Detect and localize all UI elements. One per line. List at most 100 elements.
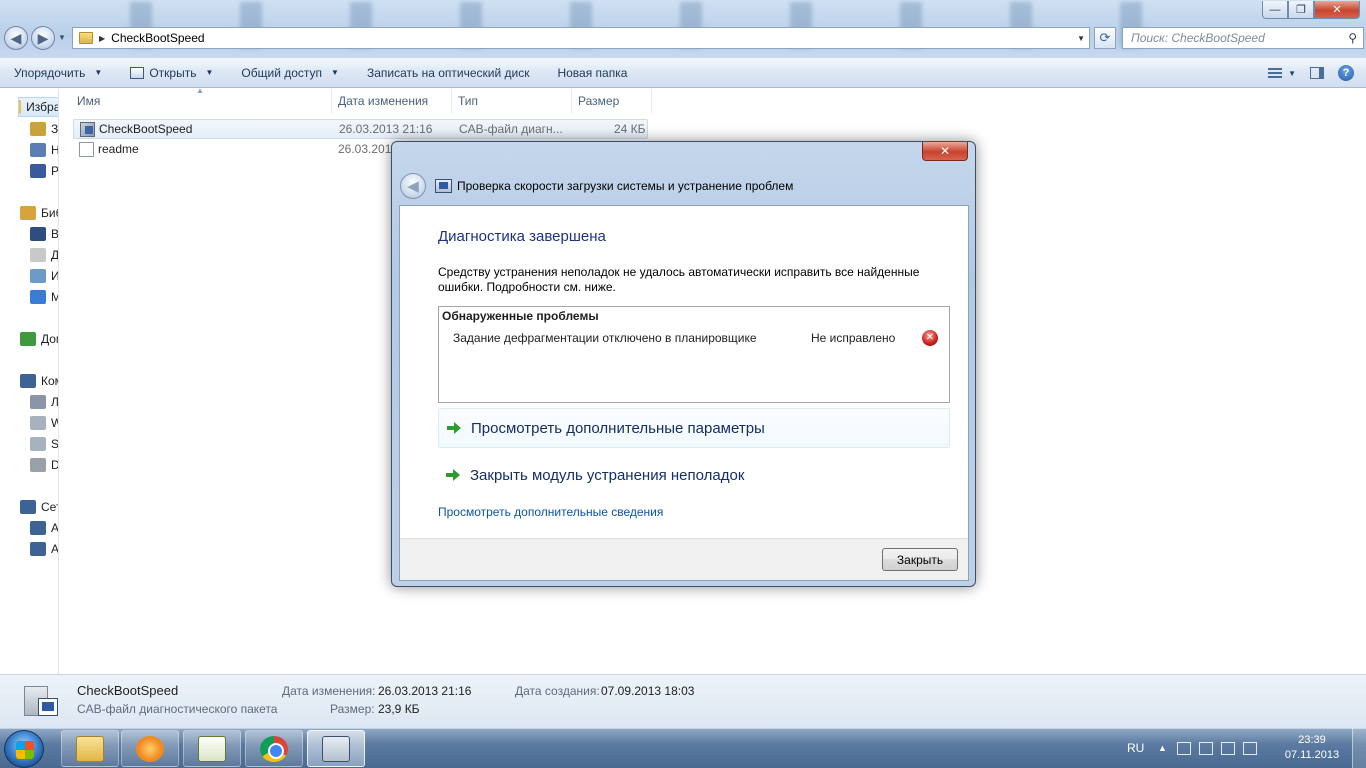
taskbar-explorer-button[interactable] xyxy=(61,730,119,767)
show-hidden-icons-icon[interactable]: ▲ xyxy=(1158,743,1167,753)
nav-item[interactable]: Локальный диск xyxy=(30,392,58,412)
battery-icon[interactable] xyxy=(1198,741,1213,755)
nav-item[interactable]: A xyxy=(30,539,59,559)
nav-item-label: Домашняя группа xyxy=(41,332,58,346)
folder-icon xyxy=(79,32,93,44)
nav-item[interactable]: S xyxy=(30,434,59,454)
view-detailed-info-link[interactable]: Просмотреть дополнительные сведения xyxy=(438,505,663,519)
organize-button[interactable]: Упорядочить ▼ xyxy=(0,66,116,80)
search-icon[interactable]: ⚲ xyxy=(1348,31,1357,45)
nav-item[interactable]: Музыка xyxy=(30,287,58,307)
recent-pages-dropdown[interactable]: ▼ xyxy=(58,33,66,42)
view-additional-options-link[interactable]: Просмотреть дополнительные параметры xyxy=(438,408,950,448)
column-size-label: Размер xyxy=(578,94,620,108)
close-window-button[interactable]: ✕ xyxy=(1314,1,1360,19)
chrome-icon xyxy=(260,735,288,762)
forward-arrow-icon: ▶ xyxy=(37,29,49,46)
recent-places-icon xyxy=(30,143,46,157)
forward-button[interactable]: ▶ xyxy=(31,26,55,50)
maximize-button[interactable]: ❐ xyxy=(1288,1,1314,19)
close-button[interactable]: Закрыть xyxy=(882,548,958,571)
new-folder-button[interactable]: Новая папка xyxy=(543,66,641,80)
nav-item[interactable]: Изображения xyxy=(30,266,59,286)
change-view-button[interactable]: ▼ xyxy=(1268,68,1296,78)
nav-item[interactable]: Домашняя группа xyxy=(20,329,58,349)
nav-item[interactable]: Недавние места xyxy=(30,140,59,160)
share-button[interactable]: Общий доступ ▼ xyxy=(227,66,353,80)
search-input[interactable]: Поиск: CheckBootSpeed ⚲ xyxy=(1122,27,1364,49)
column-type-header[interactable]: Тип xyxy=(452,89,572,113)
start-button[interactable] xyxy=(4,730,44,768)
nav-item-label: S xyxy=(51,437,59,451)
problems-list: Обнаруженные проблемы Задание дефрагмент… xyxy=(438,306,950,403)
column-date-header[interactable]: Дата изменения xyxy=(332,89,452,113)
file-row[interactable]: CheckBootSpeed 26.03.2013 21:16 CAB-файл… xyxy=(73,119,648,139)
taskbar-media-player-button[interactable] xyxy=(121,730,179,767)
nav-item-label: Видео xyxy=(51,227,59,241)
taskbar-troubleshooter-button[interactable] xyxy=(307,730,365,767)
burn-button[interactable]: Записать на оптический диск xyxy=(353,66,544,80)
nav-item[interactable]: A xyxy=(30,518,58,538)
taskbar-notepad-button[interactable] xyxy=(183,730,241,767)
breadcrumb-current[interactable]: CheckBootSpeed xyxy=(111,31,204,45)
problem-status: Не исправлено xyxy=(811,331,896,345)
nav-item[interactable]: Сеть xyxy=(20,497,58,517)
troubleshooter-icon xyxy=(435,179,452,193)
back-button[interactable]: ◀ xyxy=(4,26,28,50)
details-size-value: 23,9 КБ xyxy=(378,702,420,716)
problem-description[interactable]: Задание дефрагментации отключено в плани… xyxy=(453,331,757,345)
nav-item[interactable]: Компьютер xyxy=(20,371,58,391)
taskbar-chrome-button[interactable] xyxy=(245,730,303,767)
nav-item[interactable]: Рабочий стол xyxy=(30,161,58,181)
breadcrumb-chevron-icon[interactable]: ▶ xyxy=(99,34,105,43)
clock[interactable]: 23:39 07.11.2013 xyxy=(1282,733,1342,763)
refresh-button[interactable]: ⟳ xyxy=(1094,27,1116,49)
action-center-flag-icon[interactable] xyxy=(1176,741,1191,755)
nav-item[interactable]: DVD-дисковод xyxy=(30,455,58,475)
show-desktop-button[interactable] xyxy=(1352,728,1366,768)
details-created-value: 07.09.2013 18:03 xyxy=(601,684,695,698)
minimize-button[interactable]: — xyxy=(1262,1,1288,19)
drive-icon xyxy=(30,416,46,430)
computer-icon xyxy=(20,374,36,388)
address-dropdown-icon[interactable]: ▼ xyxy=(1077,34,1085,43)
dialog-close-x-button[interactable]: ✕ xyxy=(922,142,968,161)
dialog-title: Проверка скорости загрузки системы и уст… xyxy=(457,179,794,193)
nav-item-label: Недавние места xyxy=(51,143,59,157)
organize-label: Упорядочить xyxy=(14,65,86,80)
nav-item[interactable]: W xyxy=(30,413,58,433)
address-bar[interactable]: ▶ CheckBootSpeed ▼ xyxy=(72,27,1090,49)
details-pane xyxy=(0,674,1366,728)
column-size-header[interactable]: Размер xyxy=(572,89,652,113)
notification-area: ▲ xyxy=(1158,728,1261,768)
open-button[interactable]: Открыть ▼ xyxy=(116,66,227,80)
libraries-icon xyxy=(20,206,36,220)
file-date: 26.03.2013 xyxy=(338,142,399,156)
dialog-content: Диагностика завершена Средству устранени… xyxy=(399,205,969,581)
nav-item[interactable]: Библиотеки xyxy=(20,203,58,223)
open-icon xyxy=(130,66,145,79)
details-file-type: CAB-файл диагностического пакета xyxy=(77,702,278,716)
local-disk-icon xyxy=(30,395,46,409)
volume-icon[interactable] xyxy=(1242,741,1257,755)
nav-item[interactable]: Видео xyxy=(30,224,59,244)
chevron-down-icon: ▼ xyxy=(205,68,214,77)
nav-item-label: Компьютер xyxy=(41,374,58,388)
nav-item-label: Изображения xyxy=(51,269,59,283)
language-indicator[interactable]: RU xyxy=(1127,728,1144,768)
nav-item[interactable]: Документы xyxy=(30,245,58,265)
clock-time: 23:39 xyxy=(1298,734,1326,746)
nav-item[interactable]: Загрузки xyxy=(30,119,58,139)
nav-item-label: Музыка xyxy=(51,290,58,304)
help-icon[interactable]: ? xyxy=(1338,65,1354,81)
network-signal-icon[interactable] xyxy=(1220,741,1235,755)
views-icon xyxy=(1268,68,1283,78)
nav-item[interactable]: Избранное xyxy=(18,97,58,117)
preview-pane-button[interactable] xyxy=(1310,67,1324,79)
dialog-back-button[interactable]: ◀ xyxy=(400,173,426,199)
nav-item-label: A xyxy=(51,542,59,556)
close-troubleshooter-link[interactable]: Закрыть модуль устранения неполадок xyxy=(438,455,950,495)
chevron-down-icon: ▼ xyxy=(1288,68,1296,78)
network-computer-icon xyxy=(30,521,46,535)
file-type: CAB-файл диагн... xyxy=(459,122,563,136)
